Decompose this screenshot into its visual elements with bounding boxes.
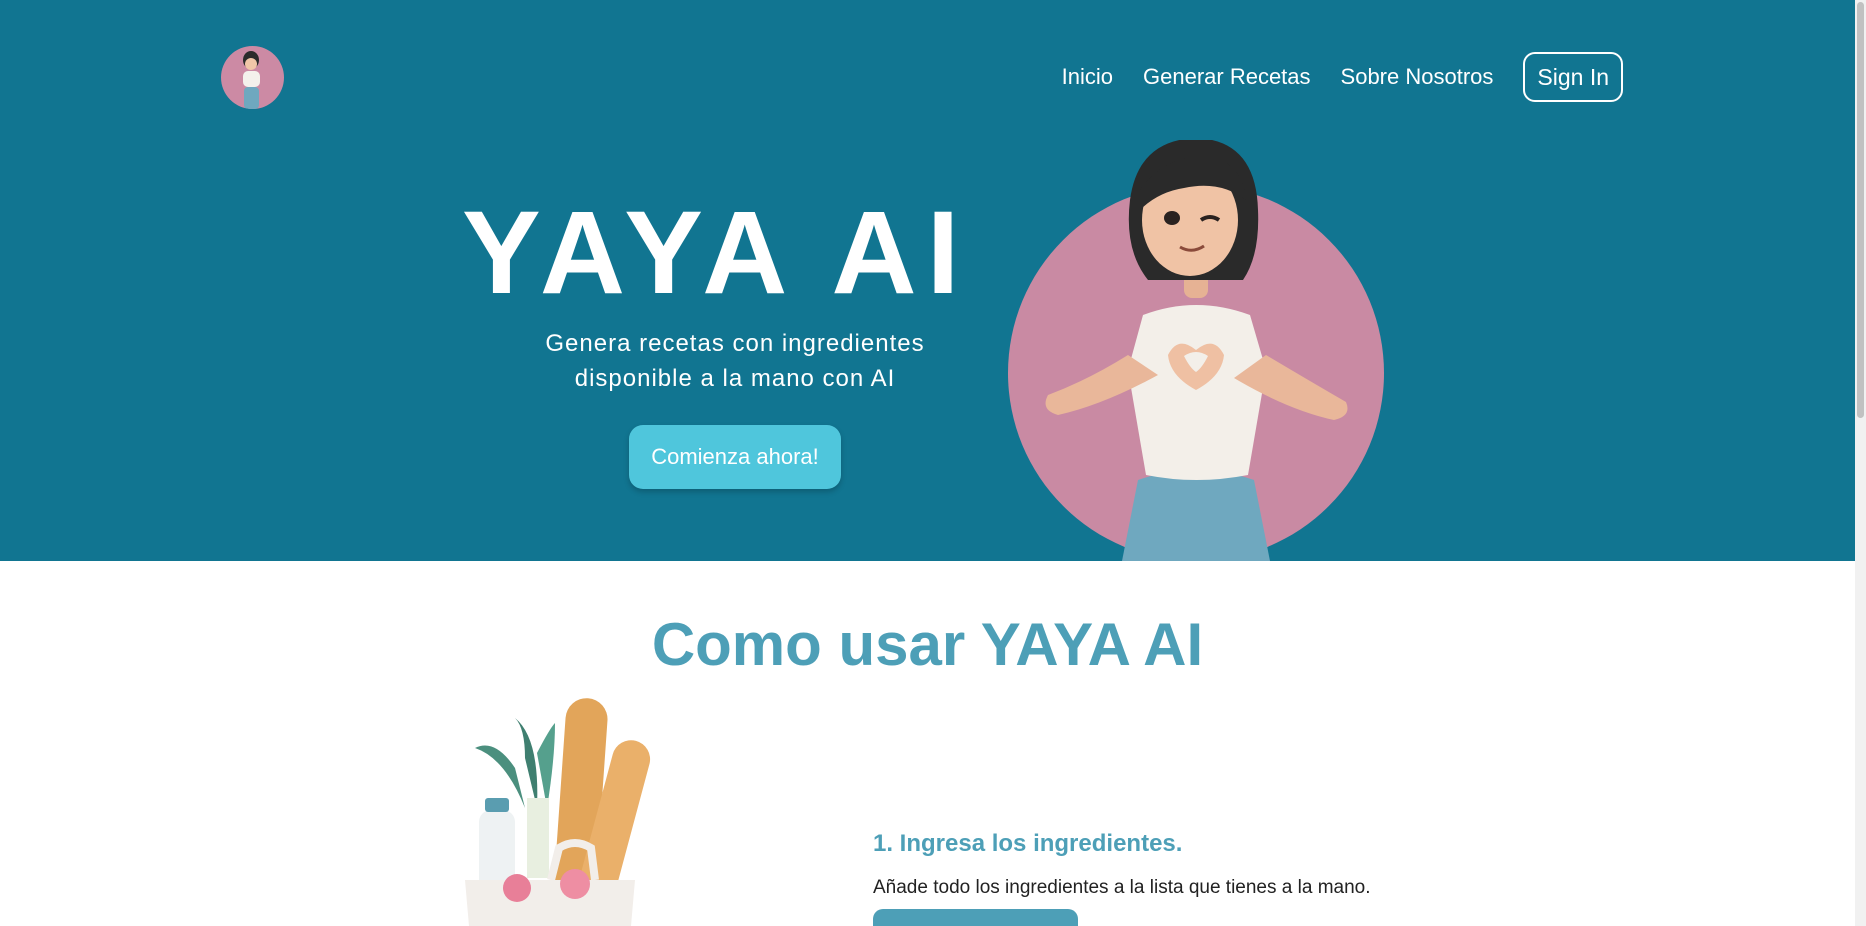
character-heart-hands-icon	[1008, 140, 1384, 561]
sign-in-button[interactable]: Sign In	[1523, 52, 1623, 102]
hero-character-illustration	[1008, 140, 1388, 561]
grocery-bag-illustration	[455, 698, 675, 926]
step-1-title: 1. Ingresa los ingredientes.	[873, 830, 1183, 857]
avatar-icon	[243, 51, 260, 109]
step-1-description: Añade todo los ingredientes a la lista q…	[873, 877, 1371, 898]
hero-section: Inicio Generar Recetas Sobre Nosotros Si…	[0, 0, 1855, 561]
top-nav: Inicio Generar Recetas Sobre Nosotros Si…	[1062, 52, 1623, 102]
nav-inicio[interactable]: Inicio	[1062, 64, 1113, 90]
page-scrollbar[interactable]	[1855, 0, 1866, 926]
logo-avatar[interactable]	[221, 46, 284, 109]
hero-subtitle: Genera recetas con ingredientes disponib…	[505, 326, 965, 396]
hero-title: YAYA AI	[462, 187, 970, 319]
step-1-button[interactable]: Comienza ahora	[873, 909, 1078, 926]
hero-subtitle-line2: disponible a la mano con AI	[574, 365, 896, 392]
scrollbar-thumb[interactable]	[1857, 2, 1864, 418]
get-started-button[interactable]: Comienza ahora!	[629, 425, 841, 489]
how-to-heading: Como usar YAYA AI	[651, 611, 1204, 678]
grocery-bag-icon	[465, 698, 651, 926]
nav-sobre-nosotros[interactable]: Sobre Nosotros	[1341, 64, 1494, 90]
nav-generar-recetas[interactable]: Generar Recetas	[1143, 64, 1311, 90]
page: Inicio Generar Recetas Sobre Nosotros Si…	[0, 0, 1866, 926]
hero-subtitle-line1: Genera recetas con ingredientes	[545, 330, 925, 357]
